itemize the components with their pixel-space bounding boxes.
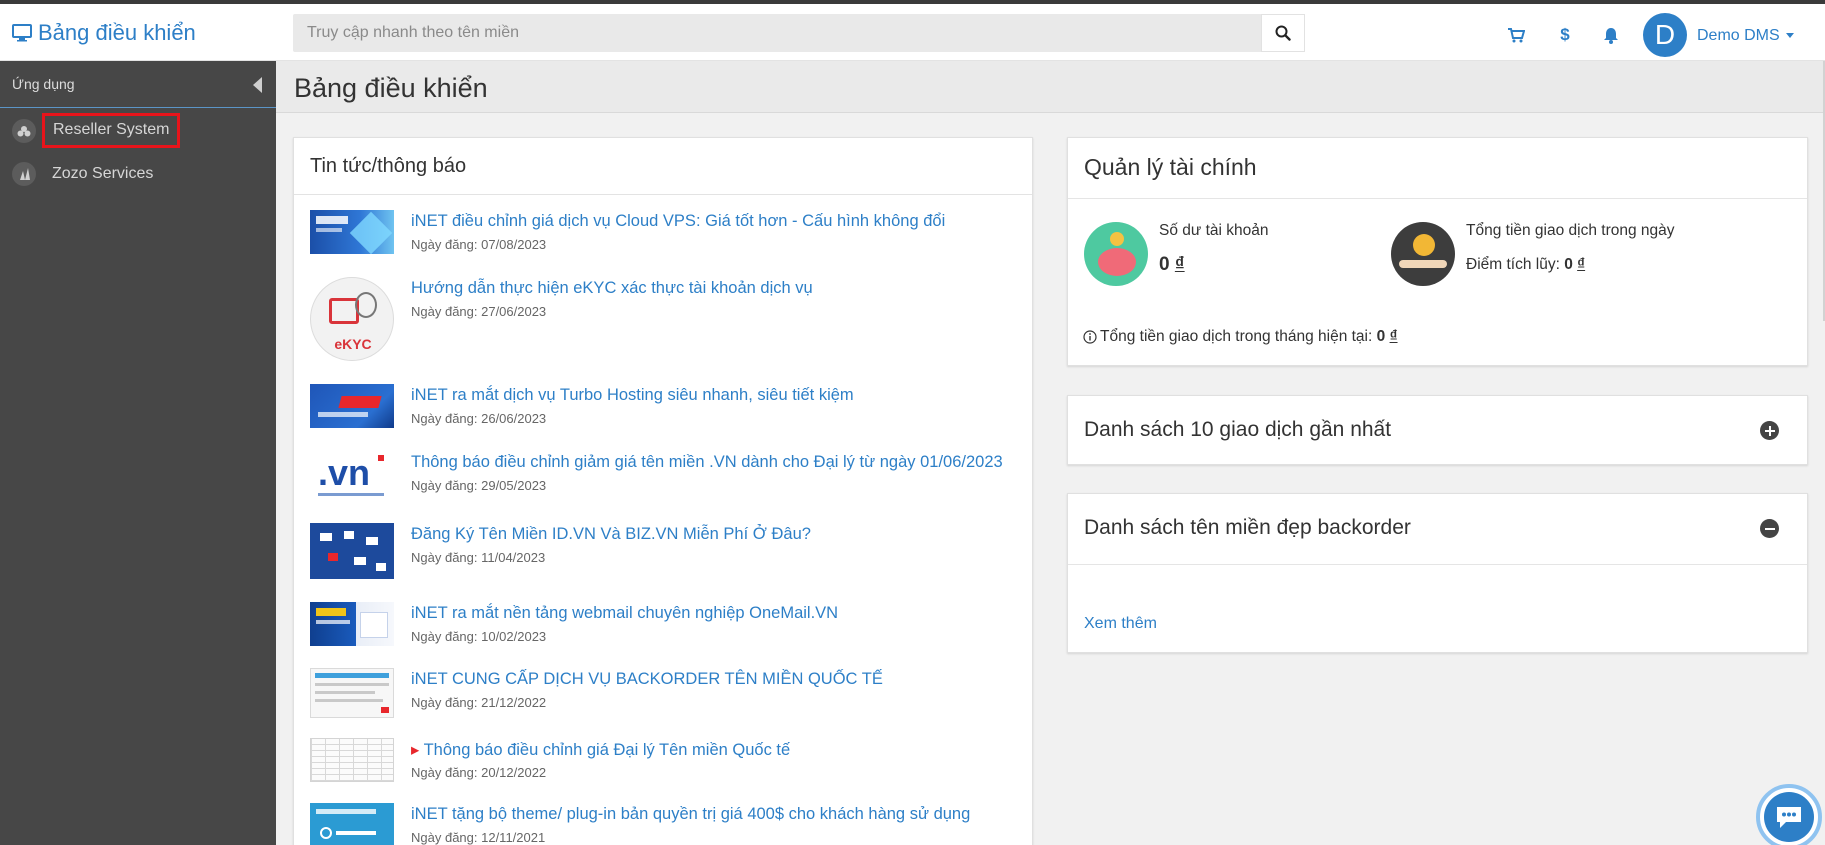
zozo-logo-icon	[12, 161, 36, 186]
currency-symbol: ₫	[1174, 254, 1185, 275]
news-thumbnail	[310, 523, 394, 579]
caret-down-icon	[1785, 33, 1794, 39]
news-link[interactable]: Thông báo điều chỉnh giảm giá tên miền .…	[411, 453, 1003, 472]
search-button[interactable]	[1261, 14, 1305, 52]
news-link[interactable]: iNET tặng bộ theme/ plug-in bản quyền tr…	[411, 805, 970, 824]
balance-label: Số dư tài khoản	[1159, 222, 1269, 239]
sidebar-item-zozo-services[interactable]: Zozo Services	[0, 152, 276, 195]
news-thumbnail	[310, 210, 394, 254]
collapse-button[interactable]	[1760, 519, 1779, 538]
backorder-title: Danh sách tên miền đẹp backorder	[1084, 516, 1411, 539]
news-date: Ngày đăng: 20/12/2022	[411, 765, 547, 780]
news-link[interactable]: ▸ Thông báo điều chỉnh giá Đại lý Tên mi…	[411, 740, 790, 760]
vn-thumb-text: .vn	[318, 452, 371, 493]
news-date: Ngày đăng: 07/08/2023	[411, 237, 547, 252]
monthly-amount: 0	[1376, 328, 1386, 345]
monthly-total-row: Tổng tiền giao dịch trong tháng hiện tại…	[1083, 328, 1398, 346]
finance-panel: Quản lý tài chính Số dư tài khoản 0 ₫ Tổ…	[1067, 137, 1808, 366]
coin-hand-icon	[1391, 222, 1455, 286]
page-title-bar: Bảng điều khiển	[276, 61, 1825, 113]
avatar[interactable]: D	[1643, 13, 1687, 57]
recent-transactions-title: Danh sách 10 giao dịch gần nhất	[1084, 418, 1392, 441]
sidebar-item-reseller-system[interactable]: Reseller System	[0, 109, 276, 152]
cart-icon	[1507, 27, 1525, 42]
news-link[interactable]: iNET điều chỉnh giá dịch vụ Cloud VPS: G…	[411, 212, 945, 231]
news-date: Ngày đăng: 11/04/2023	[411, 550, 546, 565]
brand-link[interactable]: Bảng điều khiển	[12, 20, 196, 46]
news-link[interactable]: iNET ra mắt dịch vụ Turbo Hosting siêu n…	[411, 386, 854, 405]
balance-amount: 0	[1159, 254, 1170, 275]
sidebar-section-label: Ứng dụng	[12, 76, 75, 92]
news-thumbnail	[310, 602, 394, 646]
quick-search	[293, 14, 1305, 52]
divider	[1068, 564, 1807, 565]
cubes-icon	[12, 118, 36, 143]
top-header: Bảng điều khiển $ D Demo DMS	[0, 4, 1825, 61]
sidebar-header: Ứng dụng	[0, 61, 276, 108]
daily-total-label: Tổng tiền giao dịch trong ngày	[1466, 222, 1675, 239]
sidebar: Ứng dụng Reseller System Zozo Services	[0, 61, 276, 845]
news-date: Ngày đăng: 10/02/2023	[411, 629, 547, 644]
dollar-icon: $	[1560, 25, 1570, 44]
bell-icon	[1604, 27, 1618, 44]
monthly-total-value: 0 ₫	[1377, 328, 1398, 346]
balance-value: 0 ₫	[1159, 254, 1185, 276]
news-date: Ngày đăng: 29/05/2023	[411, 478, 547, 493]
ekyc-thumb-text: eKYC	[334, 336, 372, 352]
recent-transactions-panel: Danh sách 10 giao dịch gần nhất	[1067, 395, 1808, 465]
megaphone-icon: ▸	[411, 741, 420, 759]
finance-panel-title: Quản lý tài chính	[1084, 154, 1257, 180]
expand-button[interactable]	[1760, 421, 1779, 440]
dollar-button[interactable]: $	[1554, 24, 1576, 46]
user-name-label: Demo DMS	[1697, 27, 1780, 44]
news-link-text: Thông báo điều chỉnh giá Đại lý Tên miền…	[423, 741, 791, 759]
news-thumbnail: eKYC	[310, 277, 394, 361]
see-more-link[interactable]: Xem thêm	[1084, 615, 1157, 633]
domain-search-input[interactable]	[293, 14, 1261, 52]
news-date: Ngày đăng: 12/11/2021	[411, 830, 546, 845]
sidebar-item-label: Reseller System	[42, 113, 181, 148]
search-icon	[1275, 25, 1291, 41]
news-date: Ngày đăng: 27/06/2023	[411, 304, 547, 319]
chat-button[interactable]	[1756, 784, 1822, 845]
news-date: Ngày đăng: 21/12/2022	[411, 695, 547, 710]
news-link[interactable]: iNET ra mắt nền tảng webmail chuyên nghi…	[411, 604, 838, 623]
user-menu[interactable]: Demo DMS	[1697, 27, 1794, 45]
news-thumbnail	[310, 738, 394, 782]
monthly-total-label: Tổng tiền giao dịch trong tháng hiện tại…	[1100, 328, 1373, 345]
points-label: Điểm tích lũy:	[1466, 256, 1560, 273]
news-thumbnail	[310, 803, 394, 845]
points-amount: 0	[1564, 256, 1573, 273]
backorder-panel: Danh sách tên miền đẹp backorder Xem thê…	[1067, 493, 1808, 653]
news-thumbnail: .vn	[310, 451, 394, 501]
monitor-icon	[12, 24, 32, 42]
piggy-bank-icon	[1084, 222, 1148, 286]
info-circle-icon	[1083, 330, 1097, 344]
points-row: Điểm tích lũy: 0 ₫	[1466, 256, 1585, 274]
minus-icon	[1764, 527, 1775, 530]
brand-label: Bảng điều khiển	[38, 20, 196, 45]
news-date: Ngày đăng: 26/06/2023	[411, 411, 547, 426]
currency-symbol: ₫	[1577, 256, 1586, 273]
news-panel: Tin tức/thông báo iNET điều chỉnh giá dị…	[293, 137, 1033, 845]
news-link[interactable]: iNET CUNG CẤP DỊCH VỤ BACKORDER TÊN MIỀN…	[411, 670, 883, 689]
news-thumbnail	[310, 668, 394, 718]
page-title: Bảng điều khiển	[294, 73, 488, 103]
sidebar-item-label: Zozo Services	[52, 164, 154, 182]
notification-button[interactable]	[1600, 24, 1622, 46]
plus-icon	[1764, 425, 1775, 436]
news-panel-title: Tin tức/thông báo	[294, 138, 1032, 195]
news-link[interactable]: Hướng dẫn thực hiện eKYC xác thực tài kh…	[411, 279, 813, 298]
currency-symbol: ₫	[1389, 328, 1398, 345]
collapse-sidebar-icon[interactable]	[253, 77, 262, 93]
cart-button[interactable]	[1505, 24, 1527, 46]
chat-icon	[1764, 792, 1814, 842]
divider	[1068, 198, 1807, 199]
points-value: 0 ₫	[1564, 256, 1585, 273]
news-link[interactable]: Đăng Ký Tên Miền ID.VN Và BIZ.VN Miễn Ph…	[411, 525, 811, 544]
news-thumbnail	[310, 384, 394, 428]
